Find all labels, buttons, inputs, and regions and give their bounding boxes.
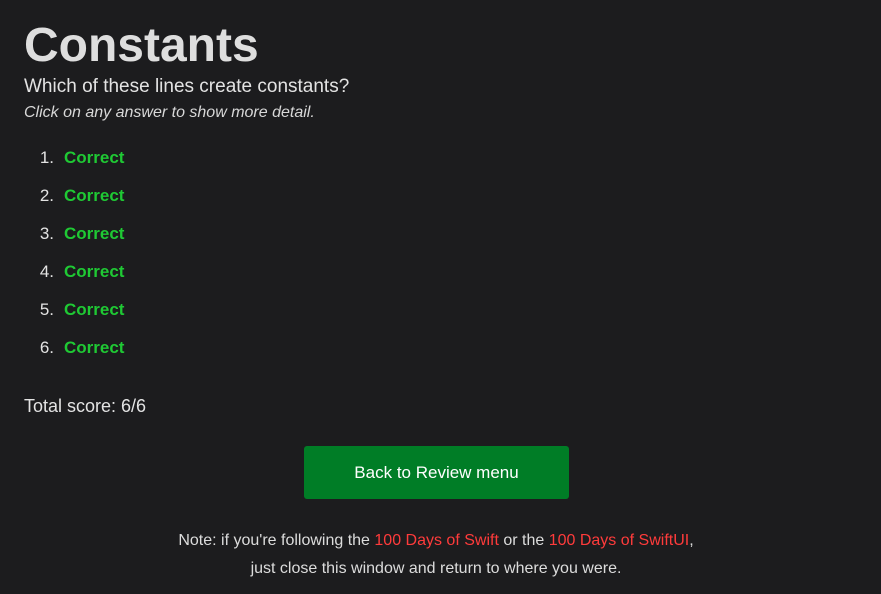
answer-number: 2. <box>39 186 54 205</box>
answer-item[interactable]: 1. Correct <box>24 146 125 184</box>
link-100-days-of-swift[interactable]: 100 Days of Swift <box>374 532 499 549</box>
answer-number: 1. <box>39 148 54 167</box>
back-to-review-menu-button[interactable]: Back to Review menu <box>304 446 569 499</box>
answer-result[interactable]: Correct <box>64 260 124 298</box>
answer-result[interactable]: Correct <box>64 146 124 184</box>
answer-item[interactable]: 4. Correct <box>24 260 125 298</box>
answer-number: 3. <box>39 224 54 243</box>
answer-number: 6. <box>39 338 54 357</box>
answer-item[interactable]: 2. Correct <box>24 184 125 222</box>
total-score: Total score: 6/6 <box>24 396 147 416</box>
hint-text: Click on any answer to show more detail. <box>24 104 315 121</box>
link-100-days-of-swiftui[interactable]: 100 Days of SwiftUI <box>549 532 690 549</box>
answer-item[interactable]: 5. Correct <box>24 298 125 336</box>
answer-item[interactable]: 3. Correct <box>24 222 125 260</box>
note-middle: or the <box>498 532 549 549</box>
answer-result[interactable]: Correct <box>64 222 124 260</box>
answer-number: 5. <box>39 300 54 319</box>
answer-result[interactable]: Correct <box>64 336 124 374</box>
answer-result[interactable]: Correct <box>64 184 124 222</box>
note-text: Note: if you're following the 100 Days o… <box>176 527 696 583</box>
question-text: Which of these lines create constants? <box>24 76 350 97</box>
answer-result[interactable]: Correct <box>64 298 124 336</box>
answer-item[interactable]: 6. Correct <box>24 336 125 374</box>
answer-number: 4. <box>39 262 54 281</box>
answer-list: 1. Correct 2. Correct 3. Correct 4. Correct … <box>24 146 125 374</box>
page-title: Constants <box>24 19 259 72</box>
note-prefix: Note: if you're following the <box>178 532 375 549</box>
